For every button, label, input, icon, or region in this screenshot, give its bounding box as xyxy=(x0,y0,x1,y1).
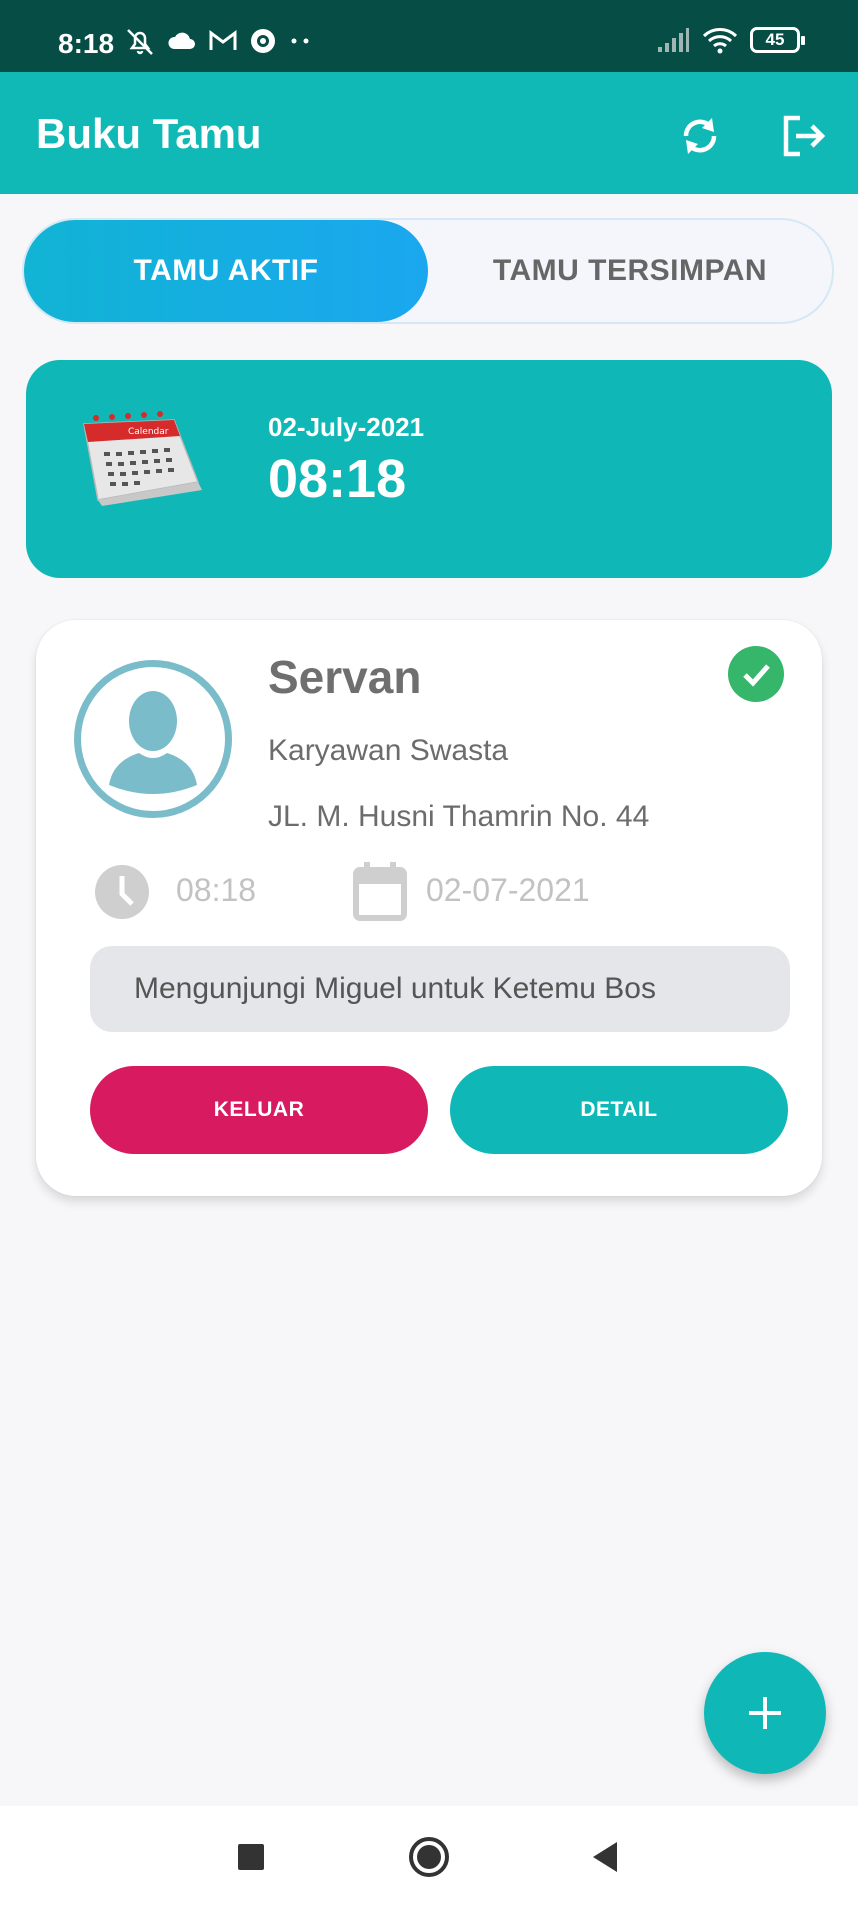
plus-icon xyxy=(749,1697,781,1729)
add-guest-button[interactable] xyxy=(704,1652,826,1774)
battery-icon: 45 xyxy=(750,27,805,53)
back-button[interactable] xyxy=(580,1832,630,1882)
system-nav-bar xyxy=(0,1806,858,1907)
tab-switcher: TAMU AKTIF TAMU TERSIMPAN xyxy=(22,218,834,324)
date-time-card: Calendar 02-July-2021 08:18 xyxy=(26,360,832,578)
current-date: 02-July-2021 xyxy=(268,412,425,442)
system-icons: 45 xyxy=(656,26,805,54)
guest-name: Servan xyxy=(268,651,422,703)
current-time: 08:18 xyxy=(268,449,407,509)
tab-tamu-tersimpan[interactable]: TAMU TERSIMPAN xyxy=(428,220,832,322)
calendar-icon-label: Calendar xyxy=(128,427,169,437)
recent-apps-button[interactable] xyxy=(226,1832,276,1882)
check-circle-icon xyxy=(728,646,784,702)
location-icon xyxy=(251,29,275,53)
guest-address: JL. M. Husni Thamrin No. 44 xyxy=(268,800,650,833)
notification-icons xyxy=(124,26,312,56)
recent-apps-icon xyxy=(238,1844,264,1870)
cloud-icon xyxy=(168,32,195,49)
gmail-icon xyxy=(209,30,237,50)
home-icon xyxy=(409,1837,449,1877)
refresh-icon xyxy=(683,118,717,154)
guest-time: 08:18 xyxy=(176,872,257,908)
guest-occupation: Karyawan Swasta xyxy=(268,734,509,767)
battery-level: 45 xyxy=(765,30,785,49)
avatar xyxy=(74,660,232,818)
logout-icon xyxy=(783,115,826,157)
calendar-icon: Calendar xyxy=(83,411,202,506)
signal-icon xyxy=(658,28,689,52)
tab-tamu-aktif[interactable]: TAMU AKTIF xyxy=(24,220,428,322)
status-bar: 8:18 45 xyxy=(0,0,858,72)
clock-icon xyxy=(95,865,149,919)
home-button[interactable] xyxy=(404,1832,454,1882)
more-dots-icon xyxy=(291,38,309,44)
person-icon xyxy=(109,691,197,794)
back-icon xyxy=(593,1842,617,1872)
logout-button[interactable] xyxy=(776,108,832,164)
app-title: Buku Tamu xyxy=(36,110,262,157)
bell-off-icon xyxy=(127,29,153,55)
refresh-button[interactable] xyxy=(672,108,728,164)
guest-card: Servan Karyawan Swasta JL. M. Husni Tham… xyxy=(36,620,822,1196)
app-bar: Buku Tamu xyxy=(0,72,858,194)
status-time: 8:18 xyxy=(58,28,115,59)
guest-date: 02-07-2021 xyxy=(426,872,590,908)
calendar-small-icon xyxy=(353,862,407,921)
keluar-button[interactable]: KELUAR xyxy=(90,1066,428,1154)
wifi-icon xyxy=(702,28,738,54)
detail-button[interactable]: DETAIL xyxy=(450,1066,788,1154)
visit-purpose: Mengunjungi Miguel untuk Ketemu Bos xyxy=(90,946,790,1032)
